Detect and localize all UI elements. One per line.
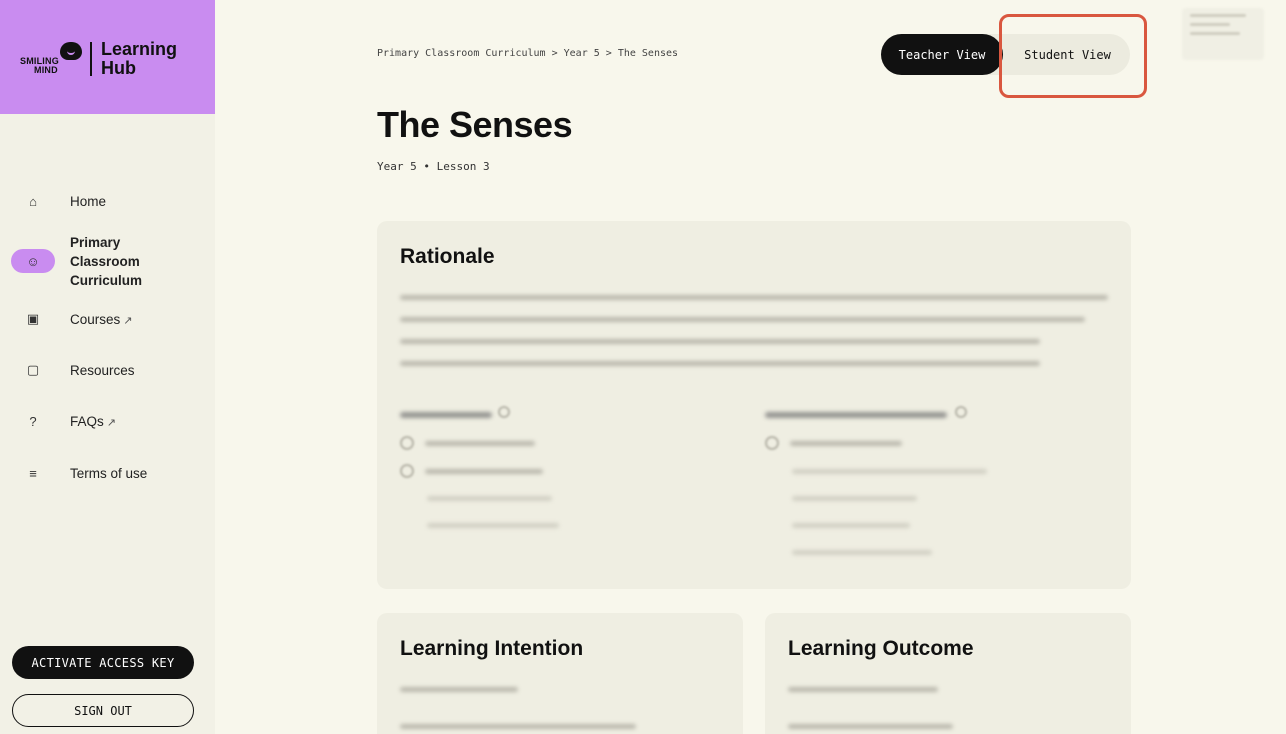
blurred-heading [400, 412, 492, 418]
blurred-text [400, 361, 1040, 366]
learning-outcome-title: Learning Outcome [788, 637, 974, 660]
blurred-text [400, 295, 1108, 300]
sidebar-item-label: Resources [70, 362, 135, 378]
sidebar-item-faqs[interactable]: ? FAQs ↗ [0, 411, 215, 431]
label-line: Primary [70, 234, 121, 250]
rationale-title: Rationale [400, 245, 495, 268]
blurred-corner-text [1182, 8, 1264, 60]
smiling-mind-logo: SMILING MIND [20, 42, 86, 76]
blurred-heading [765, 412, 947, 418]
smile-icon: ☺ [11, 249, 55, 273]
sidebar-item-primary-classroom-curriculum[interactable]: ☺ Primary Classroom Curriculum [0, 232, 215, 290]
sidebar: SMILING MIND Learning Hub ⌂ Home ☺ Prima… [0, 0, 215, 734]
learning-intention-card: Learning Intention [377, 613, 743, 734]
sign-out-button[interactable]: SIGN OUT [12, 694, 194, 727]
brand-header: SMILING MIND Learning Hub [0, 0, 215, 114]
label-line: Classroom [70, 253, 140, 269]
blurred-text [792, 496, 917, 501]
info-icon[interactable] [955, 406, 967, 418]
logo-text-mind: MIND [34, 65, 58, 75]
activate-access-key-button[interactable]: ACTIVATE ACCESS KEY [12, 646, 194, 679]
rationale-card: Rationale [377, 221, 1131, 589]
blurred-text [425, 441, 535, 446]
blur-line [1190, 14, 1246, 17]
lesson-meta: Year 5 • Lesson 3 [377, 160, 490, 173]
blurred-text [400, 339, 1040, 344]
student-view-button[interactable]: Student View [1005, 34, 1130, 75]
folder-icon: ▢ [26, 362, 40, 377]
brand-divider [90, 42, 92, 76]
sidebar-item-label: Terms of use [70, 465, 148, 481]
sidebar-item-label: FAQs ↗ [70, 414, 116, 429]
blurred-text [792, 523, 910, 528]
external-link-icon: ↗ [106, 416, 116, 429]
sidebar-item-label: Primary Classroom Curriculum [70, 233, 170, 290]
blurred-text [400, 317, 1085, 322]
head-icon [60, 42, 82, 60]
blurred-text [792, 469, 987, 474]
check-icon [400, 436, 414, 450]
view-toggle: Teacher View Student View [881, 34, 1130, 75]
list-icon: ≡ [29, 465, 37, 481]
monitor-icon: ▣ [26, 311, 40, 326]
label-line: Curriculum [70, 272, 143, 288]
blurred-text [400, 687, 518, 692]
blurred-text [427, 523, 559, 528]
learning-outcome-card: Learning Outcome [765, 613, 1131, 734]
learning-hub-logo[interactable]: SMILING MIND Learning Hub [20, 40, 177, 78]
breadcrumb[interactable]: Primary Classroom Curriculum > Year 5 > … [377, 48, 678, 59]
brand-title: Learning Hub [101, 40, 177, 78]
blurred-text [788, 724, 953, 729]
blurred-text [790, 441, 902, 446]
blur-line [1190, 23, 1230, 26]
sidebar-item-courses[interactable]: ▣ Courses ↗ [0, 309, 215, 329]
brand-title-line1: Learning [101, 39, 178, 59]
sidebar-item-label: Courses ↗ [70, 312, 133, 327]
blurred-text [400, 724, 636, 729]
home-icon: ⌂ [29, 193, 37, 209]
page-title: The Senses [377, 104, 573, 145]
blur-line [1190, 32, 1240, 35]
blurred-text [425, 469, 543, 474]
brand-title-line2: Hub [101, 58, 136, 78]
external-link-icon: ↗ [123, 314, 133, 327]
label-text: Courses [70, 311, 121, 327]
blurred-text [792, 550, 932, 555]
check-icon [765, 436, 779, 450]
blurred-text [427, 496, 552, 501]
learning-intention-title: Learning Intention [400, 637, 584, 660]
sidebar-item-label: Home [70, 193, 107, 209]
sidebar-item-home[interactable]: ⌂ Home [0, 191, 215, 211]
label-text: FAQs [70, 413, 104, 429]
question-icon: ? [29, 413, 37, 429]
sidebar-item-terms-of-use[interactable]: ≡ Terms of use [0, 463, 215, 483]
blurred-text [788, 687, 938, 692]
sidebar-item-resources[interactable]: ▢ Resources [0, 360, 215, 380]
info-icon[interactable] [498, 406, 510, 418]
teacher-view-button[interactable]: Teacher View [881, 34, 1003, 75]
check-icon [400, 464, 414, 478]
